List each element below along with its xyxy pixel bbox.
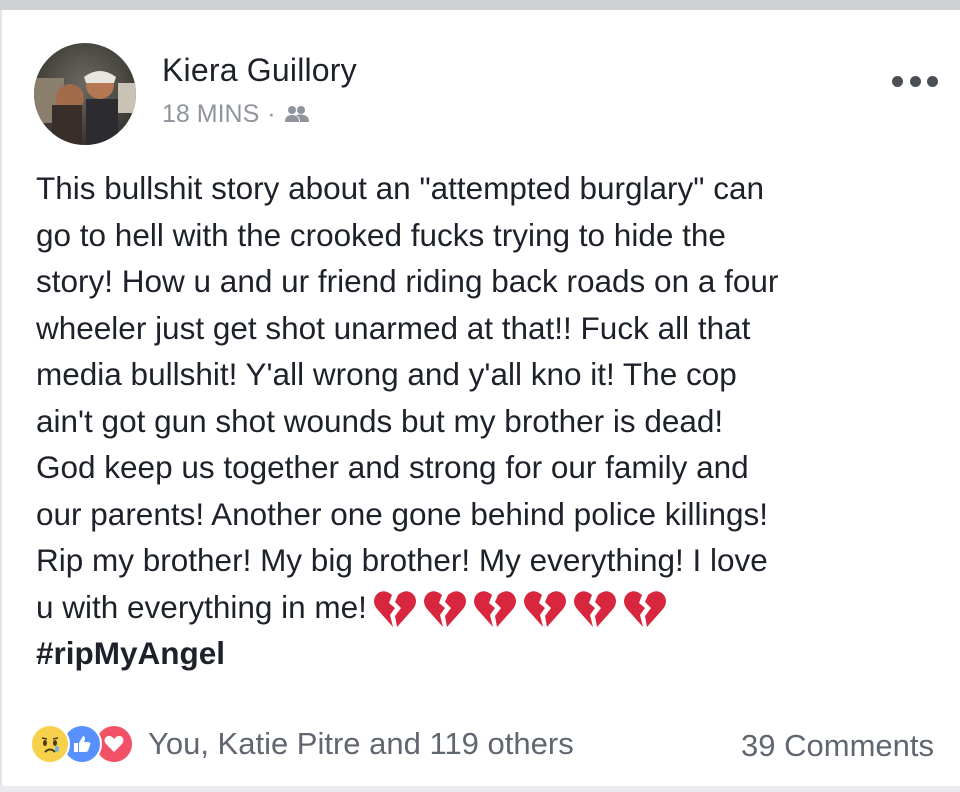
broken-heart-icon — [623, 591, 666, 628]
meta-separator: · — [267, 100, 276, 128]
post-text-line: ain't got gun shot wounds but my brother… — [36, 402, 724, 439]
post-text-line: God keep us together and strong for our … — [36, 449, 749, 485]
more-options-icon[interactable] — [892, 74, 938, 88]
broken-heart-icon — [423, 591, 466, 628]
broken-heart-icon — [523, 591, 566, 628]
post-text-line-last: u with everything in me! — [36, 584, 936, 631]
post-text-line: wheeler just get shot unarmed at that!! … — [36, 309, 751, 346]
sad-reaction-icon — [30, 724, 70, 764]
post-meta: 18 MINS · — [162, 100, 310, 129]
post-card: Kiera Guillory 18 MINS · This bullshit s… — [0, 10, 960, 786]
post-timestamp[interactable]: 18 MINS — [162, 100, 259, 129]
post-text: This bullshit story about an "attempted … — [36, 165, 936, 677]
hashtag-link[interactable]: #ripMyAngel — [36, 630, 936, 677]
friends-icon[interactable] — [284, 104, 310, 126]
comments-count-link[interactable]: 39 Comments — [741, 728, 934, 764]
post-text-line: u with everything in me! — [36, 588, 367, 625]
reaction-summary[interactable]: You, Katie Pitre and 119 others — [148, 726, 574, 762]
post-text-line: Rip my brother! My big brother! My every… — [36, 542, 768, 578]
author-avatar[interactable] — [34, 43, 136, 145]
broken-heart-icon — [573, 591, 616, 628]
post-text-line: story! How u and ur friend riding back r… — [36, 263, 779, 299]
top-divider — [0, 0, 960, 10]
post-text-line: media bullshit! Y'all wrong and y'all kn… — [36, 356, 737, 392]
reaction-bar[interactable]: You, Katie Pitre and 119 others — [30, 724, 574, 764]
post-text-line: go to hell with the crooked fucks trying… — [36, 216, 726, 253]
broken-hearts-emoji — [373, 589, 667, 629]
broken-heart-icon — [373, 591, 416, 628]
post-text-line: This bullshit story about an "attempted … — [36, 170, 764, 206]
post-text-line: our parents! Another one gone behind pol… — [36, 495, 769, 532]
author-name[interactable]: Kiera Guillory — [162, 52, 357, 89]
broken-heart-icon — [473, 591, 516, 628]
bottom-divider — [0, 786, 960, 792]
